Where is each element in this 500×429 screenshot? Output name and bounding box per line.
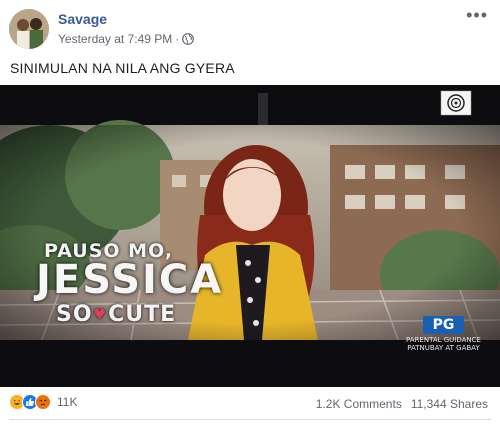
- show-title-cute: CUTE: [108, 302, 177, 327]
- post-caption: SINIMULAN NA NILA ANG GYERA: [10, 60, 235, 76]
- facebook-post: Savage Yesterday at 7:49 PM · ••• SINIMU…: [0, 0, 500, 429]
- globe-icon: [182, 33, 195, 45]
- shares-count-link[interactable]: 11,344 Shares: [411, 397, 488, 411]
- show-title-so: SO: [56, 302, 93, 327]
- post-author-name[interactable]: Savage: [58, 11, 107, 27]
- pg-guidance-line1: PARENTAL GUIDANCE: [406, 336, 481, 344]
- reaction-count: 11K: [57, 395, 78, 409]
- pg-rating-label: PG: [422, 316, 465, 334]
- footer-divider: [9, 419, 491, 420]
- show-title-line3: SO ♥ CUTE: [56, 302, 176, 327]
- post-stats: 1.2K Comments 11,344 Shares: [316, 397, 488, 411]
- avatar[interactable]: [9, 9, 49, 49]
- pg-guidance-line2: PATNUBAY AT GABAY: [407, 344, 480, 352]
- heart-icon: ♥: [93, 306, 108, 323]
- post-video-frame[interactable]: PAUSO MO, JESSICA SO ♥ CUTE PG PARENTAL …: [0, 85, 500, 387]
- pg-rating-badge: PG PARENTAL GUIDANCE PATNUBAY AT GABAY: [406, 316, 481, 352]
- abs-cbn-logo-icon: [440, 90, 472, 116]
- comments-count-link[interactable]: 1.2K Comments: [316, 397, 402, 411]
- more-options-icon[interactable]: •••: [466, 6, 488, 24]
- reactions-summary[interactable]: 11K: [9, 394, 77, 410]
- meta-separator: ·: [175, 32, 180, 46]
- post-meta: Yesterday at 7:49 PM ·: [58, 32, 195, 46]
- show-title-line2: JESSICA: [36, 257, 224, 303]
- post-timestamp[interactable]: Yesterday at 7:49 PM: [58, 32, 172, 46]
- angry-reaction-icon: [35, 394, 51, 410]
